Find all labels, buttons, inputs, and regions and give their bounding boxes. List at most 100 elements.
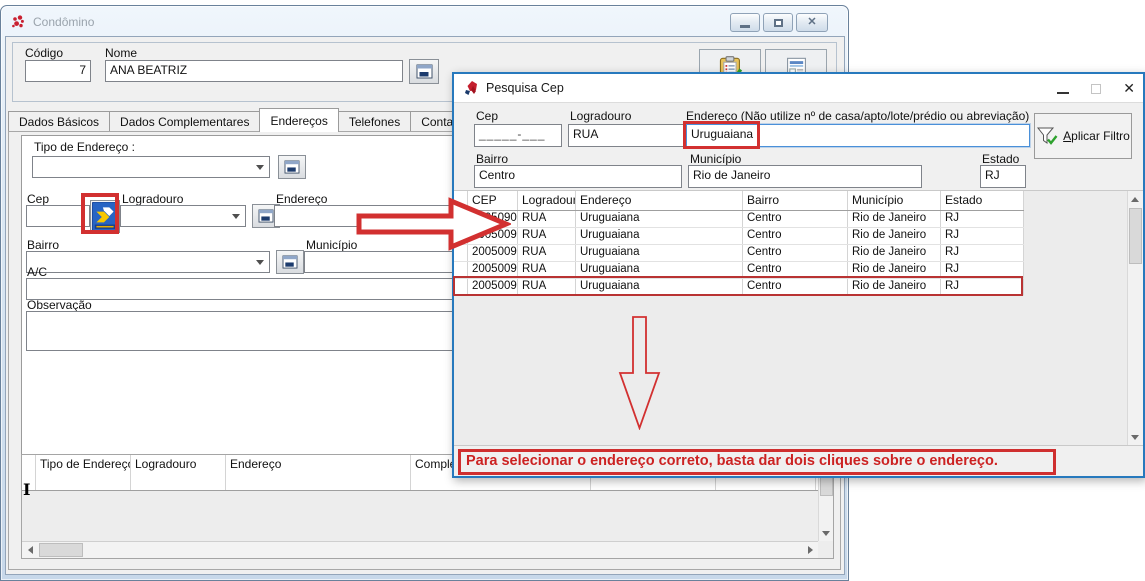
- filter-funnel-icon: [1036, 126, 1058, 146]
- table-cell: Uruguaiana: [576, 211, 743, 227]
- scrollbar-thumb[interactable]: [1129, 208, 1142, 264]
- scroll-right-button[interactable]: [802, 542, 818, 558]
- table-cell: 20050090: [468, 228, 518, 244]
- tab-dados-básicos[interactable]: Dados Básicos: [8, 111, 110, 132]
- scroll-down-button[interactable]: [818, 525, 833, 541]
- filter-cep-input[interactable]: _____-___: [474, 124, 562, 147]
- nome-label: Nome: [105, 46, 137, 60]
- nome-lookup-button[interactable]: [409, 59, 439, 84]
- codigo-field[interactable]: 7: [25, 60, 91, 82]
- tipo-endereco-combobox[interactable]: [32, 156, 270, 178]
- minimize-icon: [1057, 92, 1069, 94]
- table-cell: RUA: [518, 245, 576, 261]
- close-button[interactable]: ✕: [1123, 80, 1135, 98]
- nome-field[interactable]: ANA BEATRIZ: [105, 60, 403, 82]
- tab-endereços[interactable]: Endereços: [259, 108, 338, 132]
- filter-municipio-input[interactable]: Rio de Janeiro: [688, 165, 922, 188]
- scroll-down-button[interactable]: [1127, 429, 1143, 445]
- tab-dados-complementares[interactable]: Dados Complementares: [109, 111, 260, 132]
- table-cell: Centro: [743, 245, 848, 261]
- table-cell: 20050092: [468, 245, 518, 261]
- table-cell: RJ: [941, 279, 1024, 295]
- aplicar-filtro-label: Aplicar Filtro: [1063, 129, 1130, 143]
- filter-endereco-label: Endereço (Não utilize nº de casa/apto/lo…: [686, 109, 1029, 123]
- filter-estado-input[interactable]: RJ: [980, 165, 1026, 188]
- logradouro-combobox[interactable]: [120, 205, 246, 227]
- condominio-window-controls: ✕: [730, 13, 828, 32]
- column-header[interactable]: Bairro: [743, 191, 848, 210]
- tab-telefones[interactable]: Telefones: [338, 111, 411, 132]
- row-selector: [454, 245, 468, 261]
- maximize-icon: [774, 19, 783, 27]
- close-icon: ✕: [1123, 80, 1135, 96]
- filter-endereco-input[interactable]: Uruguaiana: [686, 124, 1030, 147]
- screen: Condômino ✕ Código 7 Nome ANA BEATRIZ: [0, 0, 1145, 581]
- enderecos-grid-hscrollbar[interactable]: [22, 541, 818, 558]
- endereco-label: Endereço: [276, 192, 327, 206]
- table-cell: Rio de Janeiro: [848, 211, 941, 227]
- table-row[interactable]: 20050094RUAUruguaianaCentroRio de Janeir…: [454, 262, 1024, 279]
- table-cell: Rio de Janeiro: [848, 262, 941, 278]
- table-cell: RUA: [518, 228, 576, 244]
- table-row[interactable]: ►20050900RUAUruguaianaCentroRio de Janei…: [454, 211, 1024, 228]
- table-row[interactable]: 20050091RUAUruguaianaCentroRio de Janeir…: [454, 279, 1024, 296]
- table-cell: Centro: [743, 228, 848, 244]
- column-header[interactable]: CEP: [468, 191, 518, 210]
- table-cell: Centro: [743, 262, 848, 278]
- scroll-up-button[interactable]: [1127, 191, 1143, 207]
- column-header[interactable]: Logradouro: [131, 455, 226, 490]
- minimize-button[interactable]: [730, 13, 760, 32]
- triangle-down-icon: [822, 531, 830, 536]
- column-header[interactable]: Estado: [941, 191, 1024, 210]
- scrollbar-thumb[interactable]: [39, 543, 83, 557]
- table-cell: Centro: [743, 279, 848, 295]
- cep-grid-vscrollbar[interactable]: [1127, 191, 1143, 445]
- triangle-down-icon: [1131, 435, 1139, 440]
- table-row[interactable]: 20050090RUAUruguaianaCentroRio de Janeir…: [454, 228, 1024, 245]
- row-selector: [454, 279, 468, 295]
- triangle-up-icon: [1131, 197, 1139, 202]
- cep-results-grid: CEPLogradouroEndereçoBairroMunicípioEsta…: [454, 191, 1143, 445]
- pesquisa-app-icon: [464, 80, 480, 96]
- aplicar-filtro-button[interactable]: Aplicar Filtro: [1034, 113, 1132, 159]
- triangle-left-icon: [28, 546, 33, 554]
- pesquisa-titlebar: Pesquisa Cep ✕: [454, 74, 1143, 103]
- table-cell: RJ: [941, 228, 1024, 244]
- row-selector-header[interactable]: [454, 191, 468, 210]
- filter-bairro-label: Bairro: [476, 152, 508, 166]
- bairro-combobox[interactable]: [26, 251, 270, 273]
- minimize-button[interactable]: [1057, 84, 1069, 94]
- table-cell: Rio de Janeiro: [848, 279, 941, 295]
- column-header[interactable]: Endereço: [226, 455, 411, 490]
- condominio-window-title: Condômino: [33, 15, 94, 29]
- filter-bairro-input[interactable]: Centro: [474, 165, 682, 188]
- cep-field[interactable]: [26, 205, 90, 227]
- column-header[interactable]: Logradouro: [518, 191, 576, 210]
- tipo-endereco-lookup-button[interactable]: [278, 155, 306, 179]
- column-header[interactable]: Município: [848, 191, 941, 210]
- table-cell: RUA: [518, 211, 576, 227]
- scroll-left-button[interactable]: [22, 542, 38, 558]
- correios-icon: [92, 202, 118, 231]
- column-header[interactable]: Endereço: [576, 191, 743, 210]
- cep-label: Cep: [27, 192, 49, 206]
- correios-cep-search-button[interactable]: [90, 200, 120, 233]
- card-file-icon: [282, 255, 298, 269]
- card-file-icon: [284, 160, 300, 174]
- pesquisa-window-controls: ✕: [1057, 74, 1135, 103]
- table-cell: Rio de Janeiro: [848, 228, 941, 244]
- table-cell: RJ: [941, 211, 1024, 227]
- tipo-endereco-label: Tipo de Endereço :: [34, 140, 135, 154]
- table-cell: Rio de Janeiro: [848, 245, 941, 261]
- table-cell: Uruguaiana: [576, 245, 743, 261]
- condominio-titlebar: Condômino: [11, 12, 94, 32]
- close-button[interactable]: ✕: [796, 13, 828, 32]
- maximize-button[interactable]: [1091, 84, 1101, 94]
- column-header[interactable]: Tipo de Endereço: [36, 455, 131, 490]
- maximize-button[interactable]: [763, 13, 793, 32]
- table-cell: 20050091: [468, 279, 518, 295]
- observacao-label: Observação: [27, 298, 92, 312]
- bairro-lookup-button[interactable]: [276, 250, 304, 274]
- table-row[interactable]: 20050092RUAUruguaianaCentroRio de Janeir…: [454, 245, 1024, 262]
- card-file-icon: [416, 64, 433, 79]
